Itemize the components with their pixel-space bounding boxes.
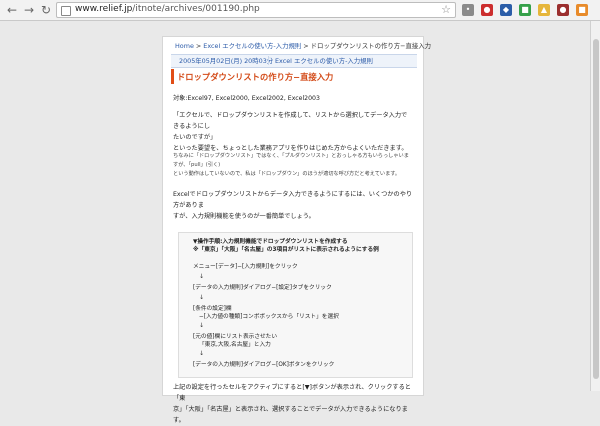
ext-icon-5[interactable]: ▲: [538, 4, 550, 16]
step-3-detail: −[入力値の種類]コンボボックスから「リスト」を選択: [199, 314, 339, 320]
page-viewport: Home > Excel エクセルの使い方-入力規則 > ドロップダウンリストの…: [0, 21, 590, 424]
procedure-heading: ▼操作手順:入力規則機能でドロップダウンリストを作成する: [193, 239, 348, 245]
procedure-box: ▼操作手順:入力規則機能でドロップダウンリストを作成する ※「東京」「大阪」「名…: [178, 232, 413, 378]
step-1: メニュー[データ]−[入力規則]をクリック: [193, 264, 298, 270]
step-3: [条件の設定]欄: [193, 306, 232, 312]
ext-icon-6[interactable]: ●: [557, 4, 569, 16]
paragraph-1-line-1: 「エクセルで、ドロップダウンリストを作成して、リストから選択してデータ入力できる…: [173, 112, 408, 130]
down-arrow-icon: ↓: [199, 294, 205, 301]
ext-icon-4[interactable]: ■: [519, 4, 531, 16]
note-line-2: という動作はしていないので、私は「ドロップダウン」のほうが適切な呼び方だと考えて…: [173, 171, 401, 177]
browser-toolbar: ← → ↻ www.relief.jp/itnote/archives/0011…: [0, 0, 600, 21]
step-2: [データの入力規則]ダイアログ−[設定]タブをクリック: [193, 285, 332, 291]
paragraph-3: 上記の設定を行ったセルをアクティブにすると[▼]ボタンが表示され、クリックすると…: [173, 382, 413, 426]
reload-icon[interactable]: ↻: [39, 3, 53, 17]
post-date: 2005年05月02日(月) 20時03分: [179, 57, 274, 65]
forward-icon[interactable]: →: [22, 3, 36, 17]
bookmark-star-icon[interactable]: ☆: [441, 3, 451, 17]
vertical-scrollbar[interactable]: [590, 21, 600, 391]
address-bar[interactable]: www.relief.jp/itnote/archives/001190.php…: [56, 2, 456, 18]
step-4-detail: 「東京,大阪,名古屋」と入力: [199, 342, 271, 348]
breadcrumb-home-link[interactable]: Home: [175, 42, 194, 50]
back-icon[interactable]: ←: [5, 3, 19, 17]
step-4: [元の値]欄にリスト表示させたい: [193, 334, 278, 340]
url-path: /itnote/archives/001190.php: [132, 4, 260, 14]
procedure-example: ※「東京」「大阪」「名古屋」の3項目がリストに表示されるようにする例: [193, 247, 379, 253]
ext-icon-7[interactable]: ■: [576, 4, 588, 16]
breadcrumb-current: ドロップダウンリストの作り方−直接入力: [310, 42, 432, 50]
article-title: ドロップダウンリストの作り方−直接入力: [177, 72, 334, 82]
breadcrumb: Home > Excel エクセルの使い方-入力規則 > ドロップダウンリストの…: [175, 41, 431, 50]
paragraph-2: Excelでドロップダウンリストからデータ入力できるようにするには、いくつかのや…: [173, 189, 413, 222]
paragraph-2-line-2: すが、入力規則機能を使うのが一番簡単でしょう。: [173, 213, 315, 220]
breadcrumb-category-link[interactable]: Excel エクセルの使い方-入力規則: [203, 42, 301, 50]
meta-bar: 2005年05月02日(月) 20時03分 Excel エクセルの使い方-入力規…: [171, 54, 417, 68]
page-icon: [61, 6, 71, 16]
down-arrow-icon: ↓: [199, 322, 205, 329]
post-category-link[interactable]: Excel エクセルの使い方-入力規則: [275, 56, 373, 65]
paragraph-3-line-2: 京」「大阪」「名古屋」と表示され、選択することでデータが入力できるようになります…: [173, 406, 408, 424]
target-versions: 対象:Excel97, Excel2000, Excel2002, Excel2…: [173, 95, 320, 102]
ext-icon-3[interactable]: ◆: [500, 4, 512, 16]
paragraph-1: 「エクセルで、ドロップダウンリストを作成して、リストから選択してデータ入力できる…: [173, 110, 413, 154]
article-page: Home > Excel エクセルの使い方-入力規則 > ドロップダウンリストの…: [162, 36, 431, 424]
step-5: [データの入力規則]ダイアログ−[OK]ボタンをクリック: [193, 362, 335, 368]
note-paragraph: ちなみに「ドロップダウンリスト」ではなく、「プルダウンリスト」とおっしゃる方もい…: [173, 152, 413, 179]
breadcrumb-sep: >: [301, 42, 311, 50]
note-line-1: ちなみに「ドロップダウンリスト」ではなく、「プルダウンリスト」とおっしゃる方もい…: [173, 153, 409, 168]
ext-icon-1[interactable]: •: [462, 4, 474, 16]
paragraph-2-line-1: Excelでドロップダウンリストからデータ入力できるようにするには、いくつかのや…: [173, 191, 413, 209]
ext-icon-2[interactable]: ●: [481, 4, 493, 16]
paragraph-1-line-2: たいのですが」: [173, 134, 217, 141]
article-title-block: ドロップダウンリストの作り方−直接入力: [171, 69, 418, 84]
breadcrumb-sep: >: [193, 42, 204, 50]
url-text: www.relief.jp/itnote/archives/001190.php: [75, 4, 260, 14]
url-host: www.relief.jp: [75, 4, 133, 14]
meta-separator: [268, 56, 269, 65]
down-arrow-icon: ↓: [199, 350, 205, 357]
paragraph-3-line-1: 上記の設定を行ったセルをアクティブにすると[▼]ボタンが表示され、クリックすると…: [173, 384, 411, 402]
down-arrow-icon: ↓: [199, 273, 205, 280]
scrollbar-thumb[interactable]: [593, 39, 599, 379]
